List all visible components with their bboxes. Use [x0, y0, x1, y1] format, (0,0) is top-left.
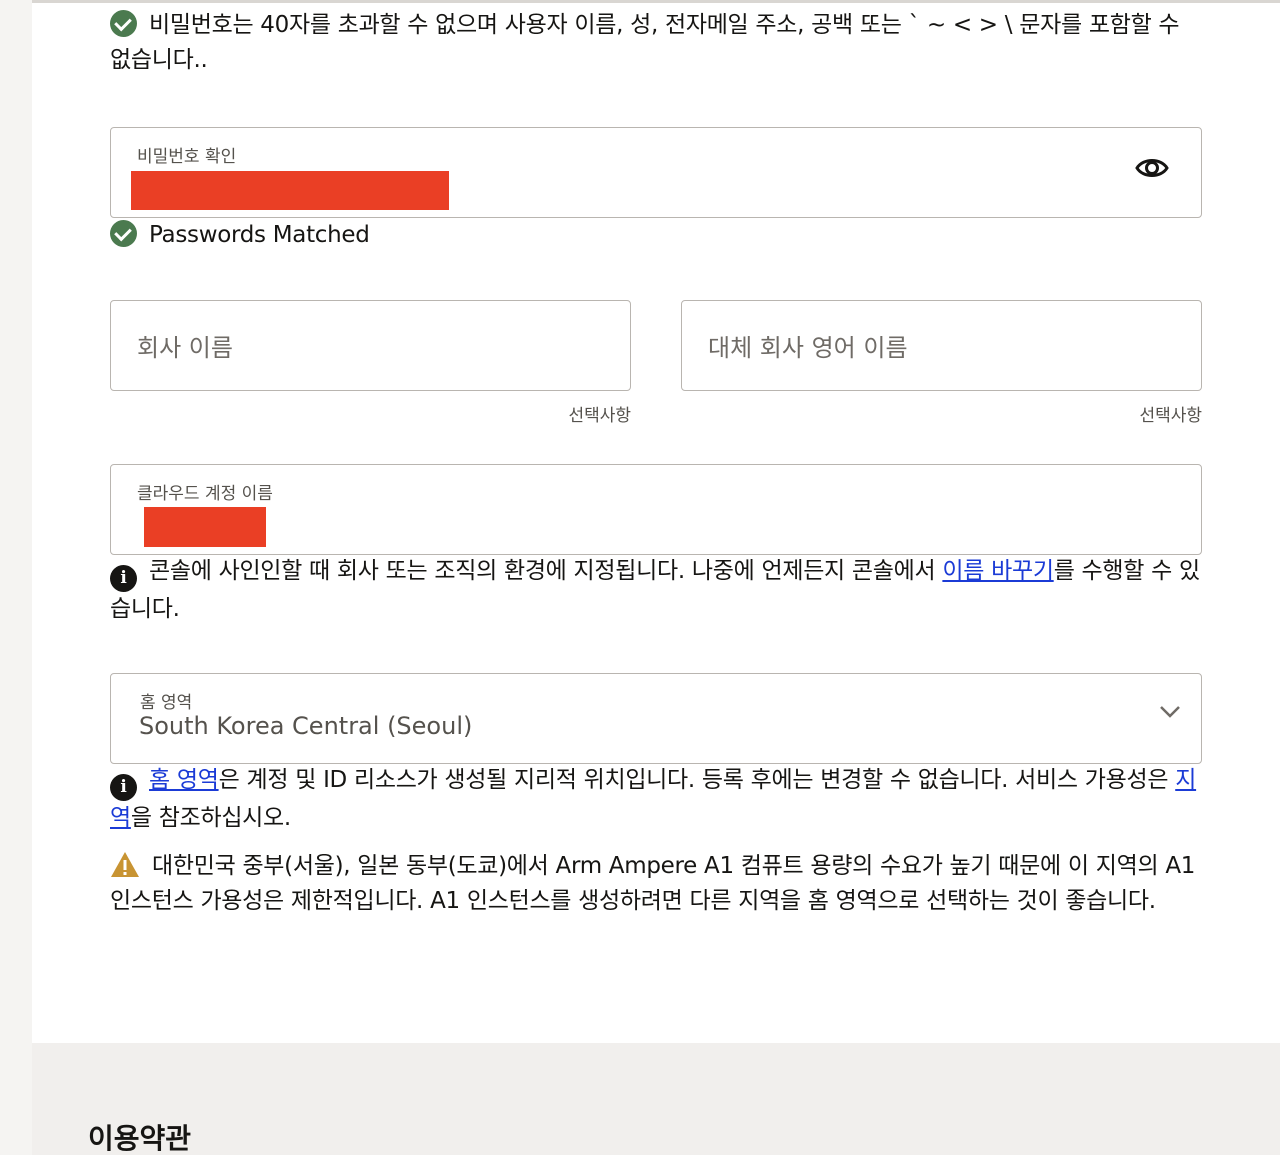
top-divider	[32, 0, 1280, 3]
password-rule-text: 비밀번호는 40자를 초과할 수 없으며 사용자 이름, 성, 전자메일 주소,…	[110, 12, 1180, 73]
home-region-link[interactable]: 홈 영역	[149, 767, 219, 793]
home-region-info: i 홈 영역은 계정 및 ID 리소스가 생성될 지리적 위치입니다. 등록 후에…	[110, 763, 1205, 836]
left-margin	[0, 0, 32, 1155]
company-name-optional-hint: 선택사항	[568, 406, 631, 426]
cloud-account-info-text-1: 콘솔에 사인인할 때 회사 또는 조직의 환경에 지정됩니다. 나중에 언제든지…	[149, 558, 943, 584]
info-icon: i	[110, 565, 137, 592]
alt-company-name-field[interactable]: 대체 회사 영어 이름	[681, 300, 1202, 391]
password-rule-message: 비밀번호는 40자를 초과할 수 없으며 사용자 이름, 성, 전자메일 주소,…	[110, 8, 1205, 78]
company-name-field[interactable]: 회사 이름	[110, 300, 631, 391]
password-match-text: Passwords Matched	[149, 222, 370, 248]
cloud-account-info: i 콘솔에 사인인할 때 회사 또는 조직의 환경에 지정됩니다. 나중에 언제든…	[110, 554, 1205, 627]
chevron-down-icon[interactable]	[1159, 704, 1181, 718]
home-region-info-text-2: 을 참조하십시오.	[130, 805, 291, 831]
alt-company-name-optional-hint: 선택사항	[1139, 406, 1202, 426]
show-password-icon[interactable]	[1135, 154, 1169, 182]
password-match-status: Passwords Matched	[110, 218, 1205, 253]
redacted-password-value	[131, 171, 449, 210]
check-circle-icon	[110, 220, 137, 247]
home-region-label: 홈 영역	[140, 693, 193, 713]
terms-heading: 이용약관	[88, 1122, 192, 1155]
warning-icon	[110, 851, 140, 878]
home-region-select[interactable]: 홈 영역 South Korea Central (Seoul)	[110, 673, 1202, 764]
a1-capacity-warning-text: 대한민국 중부(서울), 일본 동부(도쿄)에서 Arm Ampere A1 컴…	[110, 853, 1196, 914]
cloud-account-name-field[interactable]: 클라우드 계정 이름	[110, 464, 1202, 555]
confirm-password-field[interactable]: 비밀번호 확인	[110, 127, 1202, 218]
home-region-value: South Korea Central (Seoul)	[139, 712, 473, 740]
rename-link[interactable]: 이름 바꾸기	[942, 558, 1054, 584]
company-name-placeholder: 회사 이름	[137, 334, 233, 362]
a1-capacity-warning: 대한민국 중부(서울), 일본 동부(도쿄)에서 Arm Ampere A1 컴…	[110, 849, 1205, 919]
cloud-account-name-label: 클라우드 계정 이름	[137, 484, 273, 504]
confirm-password-label: 비밀번호 확인	[137, 147, 237, 167]
terms-section	[32, 1043, 1280, 1155]
alt-company-name-placeholder: 대체 회사 영어 이름	[708, 334, 908, 362]
info-icon: i	[110, 774, 137, 801]
check-circle-icon	[110, 10, 137, 37]
redacted-account-value	[144, 507, 266, 547]
home-region-info-text-1: 은 계정 및 ID 리소스가 생성될 지리적 위치입니다. 등록 후에는 변경할…	[218, 767, 1176, 793]
